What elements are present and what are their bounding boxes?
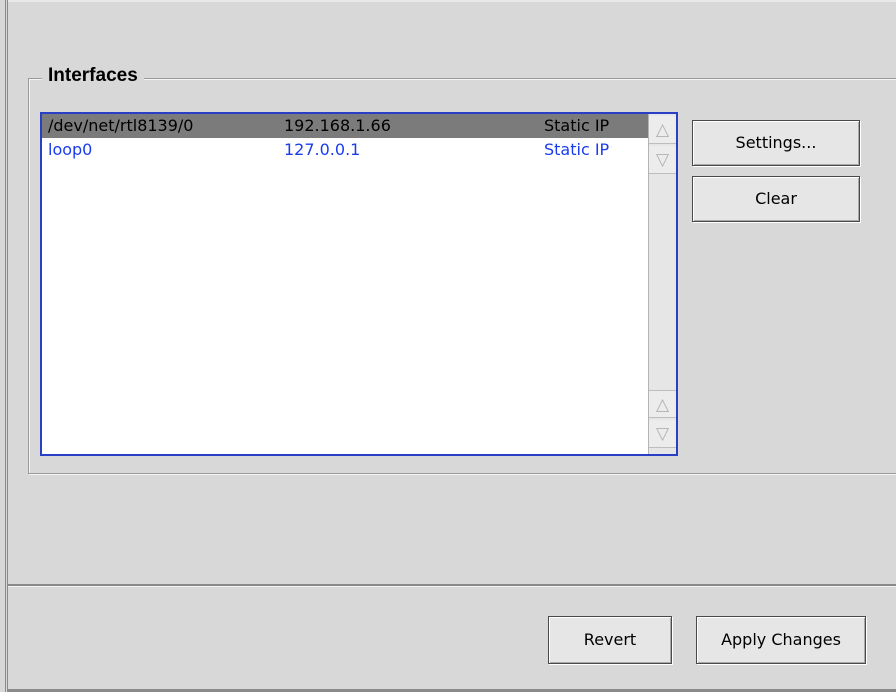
- footer-separator: [8, 584, 896, 587]
- interfaces-group-title: Interfaces: [42, 64, 144, 88]
- list-scrollbar[interactable]: △ ▽ △ ▽: [648, 114, 676, 454]
- interfaces-list-rows: /dev/net/rtl8139/0 192.168.1.66 Static I…: [42, 114, 648, 162]
- interface-address: 192.168.1.66: [284, 116, 391, 135]
- window-left-border: [0, 0, 8, 692]
- interface-type: Static IP: [544, 140, 610, 159]
- window-top-edge: [8, 0, 896, 2]
- scroll-down-arrow-icon[interactable]: ▽: [649, 420, 676, 448]
- interface-address: 127.0.0.1: [284, 140, 361, 159]
- scroll-down-arrow-icon[interactable]: ▽: [649, 146, 676, 174]
- interface-row-loop0[interactable]: loop0 127.0.0.1 Static IP: [42, 138, 648, 162]
- interfaces-list[interactable]: /dev/net/rtl8139/0 192.168.1.66 Static I…: [40, 112, 678, 456]
- apply-changes-button[interactable]: Apply Changes: [696, 616, 866, 664]
- interface-type: Static IP: [544, 116, 610, 135]
- interface-device: /dev/net/rtl8139/0: [48, 116, 194, 135]
- interface-device: loop0: [48, 140, 93, 159]
- scroll-up-arrow-icon[interactable]: △: [649, 116, 676, 144]
- interface-row-rtl8139[interactable]: /dev/net/rtl8139/0 192.168.1.66 Static I…: [42, 114, 648, 138]
- settings-button[interactable]: Settings...: [692, 120, 860, 166]
- revert-button[interactable]: Revert: [548, 616, 672, 664]
- scroll-up-arrow-icon[interactable]: △: [649, 390, 676, 418]
- clear-button[interactable]: Clear: [692, 176, 860, 222]
